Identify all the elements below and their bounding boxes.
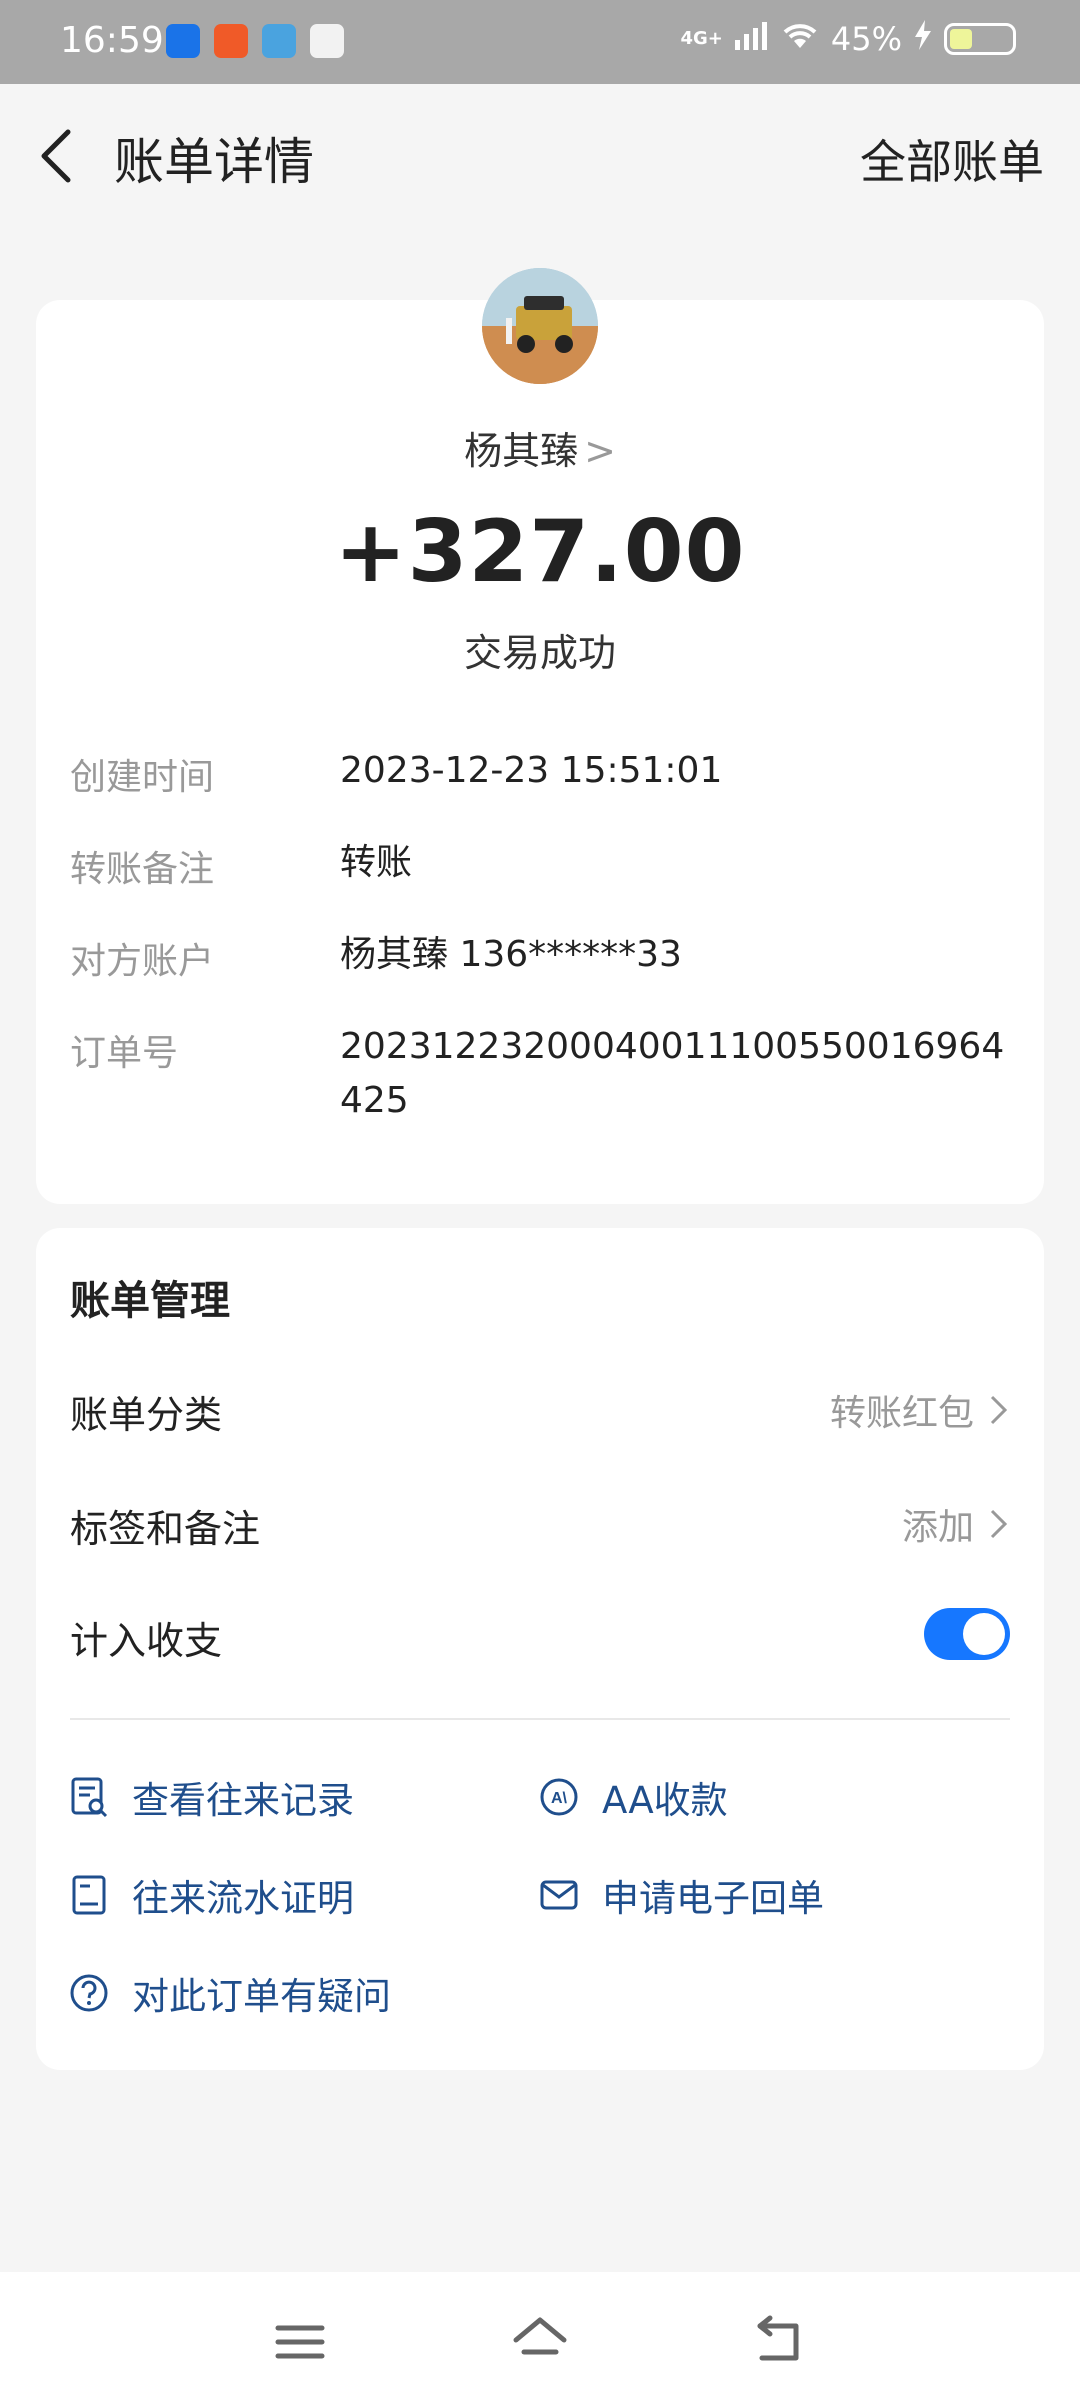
category-selector[interactable]: 转账红包: [830, 1384, 1010, 1436]
document-search-icon: [71, 1777, 108, 1818]
transaction-status: 交易成功: [463, 631, 616, 675]
signal-icon: [734, 20, 769, 58]
home-button[interactable]: [510, 2312, 570, 2372]
detail-label: 订单号: [70, 1033, 179, 1074]
counterparty-label: 杨其臻: [464, 429, 579, 473]
tag-label: 标签和备注: [70, 1507, 261, 1551]
battery-percent: 45%: [830, 20, 902, 58]
notification-icons: [166, 24, 344, 58]
transaction-proof-link[interactable]: 往来流水证明: [68, 1868, 354, 1922]
toggle-knob: [963, 1613, 1005, 1655]
return-icon: [757, 2315, 799, 2361]
top-bar: 账单详情 全部账单: [0, 84, 1080, 234]
menu-icon: [275, 2325, 325, 2359]
count-in-label: 计入收支: [70, 1619, 223, 1663]
order-question-label: 对此订单有疑问: [132, 1975, 391, 2018]
chevron-right-icon: [990, 1395, 1008, 1425]
home-icon: [513, 2317, 567, 2355]
transaction-proof-label: 往来流水证明: [132, 1877, 354, 1920]
chevron-right-icon: >: [584, 429, 616, 473]
chevron-right-icon: [990, 1509, 1008, 1539]
detail-value: 2023-12-23 15:51:01: [340, 750, 723, 791]
tag-value: 添加: [901, 1507, 974, 1548]
network-type: 4G+: [680, 28, 723, 49]
battery-icon: [944, 23, 1016, 55]
counterparty-name[interactable]: 杨其臻 >: [0, 420, 1080, 475]
status-bar: 16:59 4G+ 45%: [0, 0, 1080, 84]
all-bills-link[interactable]: 全部账单: [860, 126, 1044, 192]
aa-collect-label: AA收款: [602, 1779, 728, 1822]
page-title: 账单详情: [114, 133, 314, 191]
add-tag-button[interactable]: 添加: [902, 1498, 1010, 1550]
app-notification-icon: [310, 24, 344, 58]
e-receipt-link[interactable]: 申请电子回单: [538, 1868, 824, 1922]
detail-label: 创建时间: [70, 757, 215, 798]
document-icon: [72, 1875, 106, 1915]
avatar-image: [482, 268, 598, 384]
back-button[interactable]: [34, 126, 84, 186]
view-records-label: 查看往来记录: [132, 1779, 354, 1822]
chevron-left-icon: [41, 129, 71, 183]
e-receipt-label: 申请电子回单: [602, 1877, 824, 1920]
aa-collect-link[interactable]: A\ AA收款: [538, 1770, 728, 1824]
category-label: 账单分类: [70, 1393, 223, 1437]
detail-label: 对方账户: [70, 941, 215, 982]
svg-text:A\: A\: [551, 1790, 568, 1807]
app-notification-icon: [166, 24, 200, 58]
transaction-amount: +327.00: [334, 502, 746, 602]
question-icon: [70, 1974, 108, 2012]
detail-label: 转账备注: [70, 849, 215, 890]
category-value: 转账红包: [829, 1393, 974, 1434]
detail-value: 转账: [340, 842, 413, 883]
charging-icon: [914, 20, 932, 58]
envelope-icon: [540, 1880, 578, 1910]
app-notification-icon: [214, 24, 248, 58]
section-title: 账单管理: [70, 1278, 230, 1324]
app-notification-icon: [262, 24, 296, 58]
menu-button[interactable]: [270, 2312, 330, 2372]
wifi-icon: [781, 20, 819, 58]
system-nav-bar: [0, 2272, 1080, 2400]
back-nav-button[interactable]: [750, 2312, 810, 2372]
order-question-link[interactable]: 对此订单有疑问: [68, 1966, 391, 2020]
avatar[interactable]: [482, 268, 598, 384]
order-number[interactable]: 20231223200040011100550016964425: [340, 1020, 1020, 1128]
detail-value: 杨其臻 136******33: [340, 934, 682, 975]
status-time: 16:59: [60, 20, 164, 61]
count-in-toggle[interactable]: [924, 1608, 1010, 1660]
view-records-link[interactable]: 查看往来记录: [68, 1770, 354, 1824]
divider: [70, 1718, 1010, 1720]
aa-icon: A\: [540, 1778, 578, 1816]
